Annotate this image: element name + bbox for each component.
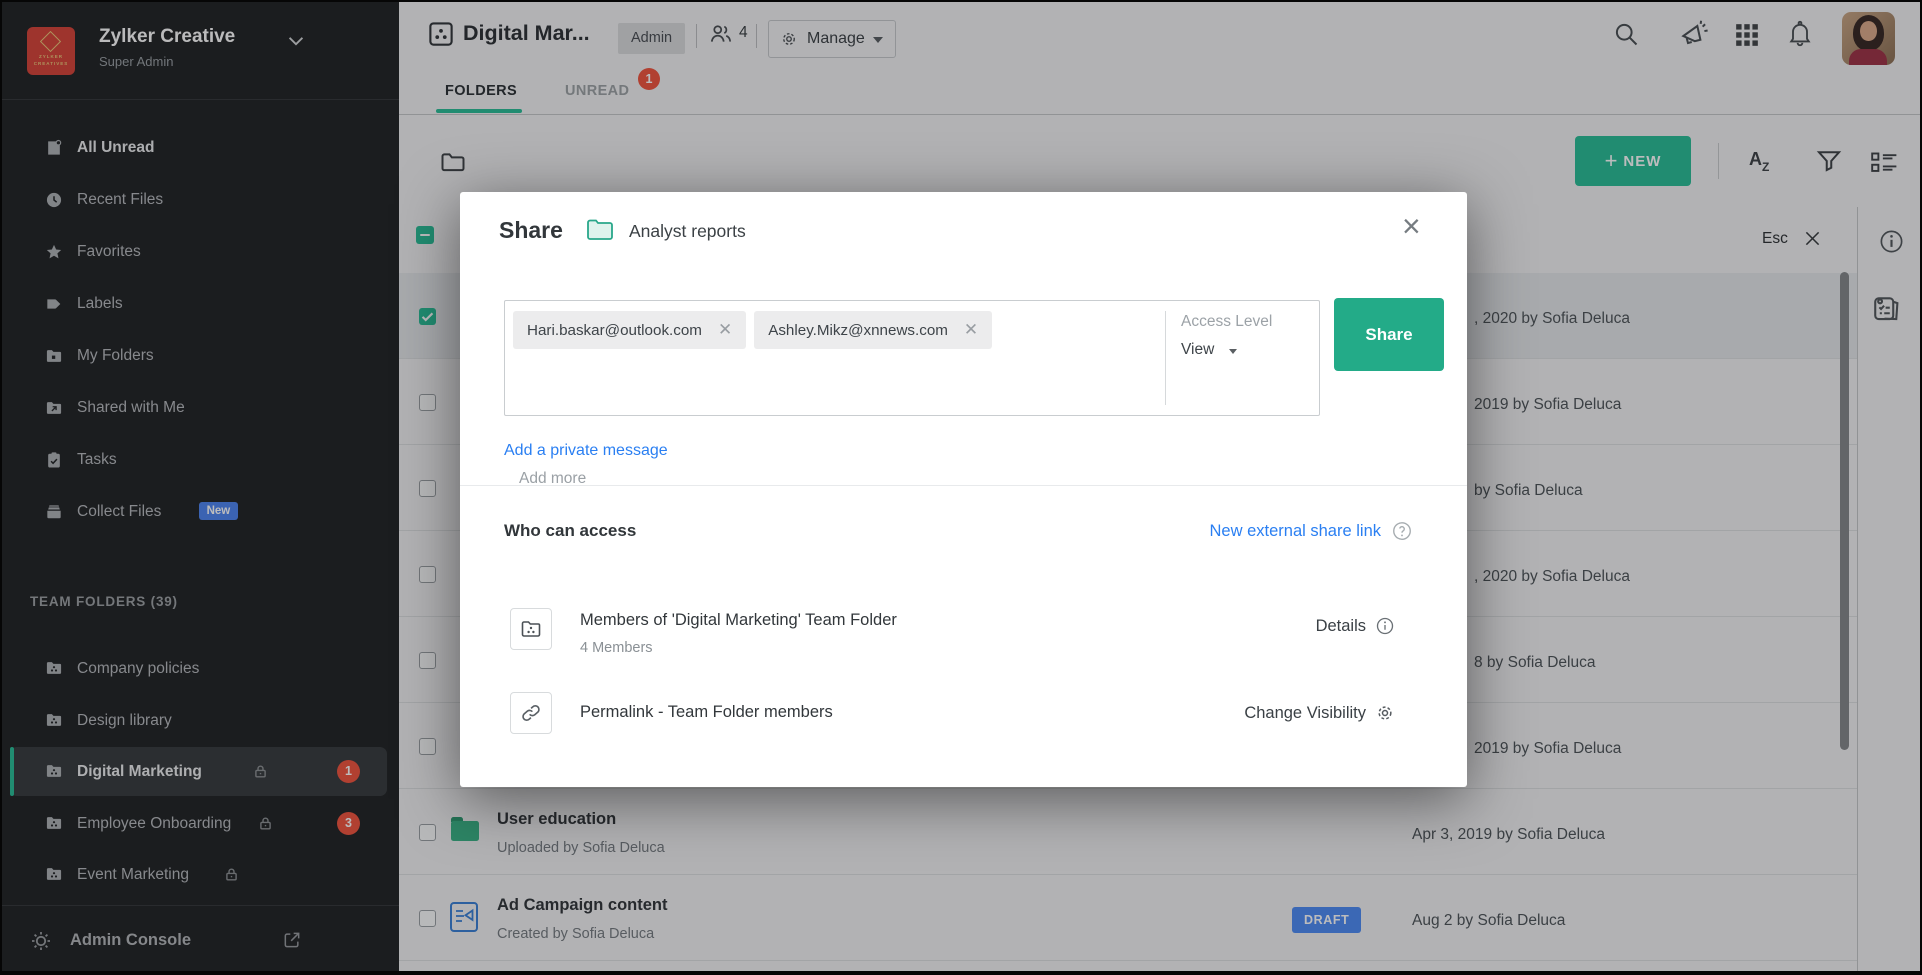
shared-folder-name: Analyst reports — [629, 221, 746, 242]
access-level-label: Access Level — [1181, 313, 1272, 331]
esc-label: Esc — [1762, 230, 1788, 248]
permalink-row-title: Permalink - Team Folder members — [580, 703, 833, 722]
add-private-message-link[interactable]: Add a private message — [504, 442, 668, 460]
access-level-value: View — [1181, 341, 1214, 358]
folder-icon — [586, 218, 614, 242]
access-level-select[interactable]: View — [1181, 341, 1237, 359]
app-window: ZYLKER CREATIVES Zylker Creative Super A… — [0, 0, 1922, 975]
change-visibility-action[interactable]: Change Visibility — [1244, 703, 1395, 723]
remove-recipient-icon[interactable]: ✕ — [964, 320, 978, 340]
details-label: Details — [1316, 617, 1366, 636]
details-action[interactable]: Details — [1316, 616, 1395, 636]
gear-icon — [1375, 703, 1395, 723]
external-share-link-row: New external share link — [1210, 520, 1414, 542]
info-icon — [1375, 616, 1395, 636]
recipient-chips: Hari.baskar@outlook.com ✕ Ashley.Mikz@xn… — [513, 311, 992, 349]
new-external-share-link[interactable]: New external share link — [1210, 522, 1382, 541]
recipient-email: Ashley.Mikz@xnnews.com — [768, 322, 948, 339]
dialog-close-icon[interactable]: × — [1402, 208, 1421, 244]
members-row-subtitle: 4 Members — [580, 640, 653, 656]
help-icon[interactable] — [1391, 520, 1413, 542]
recipient-chip: Hari.baskar@outlook.com ✕ — [513, 311, 746, 349]
add-more-input[interactable] — [517, 469, 821, 489]
share-dialog: Share Analyst reports × Hari.baskar@outl… — [460, 192, 1467, 787]
recipients-input-box[interactable]: Hari.baskar@outlook.com ✕ Ashley.Mikz@xn… — [504, 300, 1320, 416]
close-icon[interactable] — [1802, 228, 1823, 249]
who-can-access-heading: Who can access — [504, 521, 636, 541]
access-divider — [1165, 311, 1166, 405]
remove-recipient-icon[interactable]: ✕ — [718, 320, 732, 340]
esc-hint: Esc — [1762, 228, 1823, 249]
share-button[interactable]: Share — [1334, 298, 1444, 371]
members-row-title: Members of 'Digital Marketing' Team Fold… — [580, 611, 897, 630]
recipient-email: Hari.baskar@outlook.com — [527, 322, 702, 339]
change-visibility-label: Change Visibility — [1244, 704, 1366, 723]
team-folder-members-icon — [510, 608, 552, 650]
dialog-divider — [460, 485, 1467, 486]
permalink-icon — [510, 692, 552, 734]
dialog-title: Share — [499, 217, 563, 244]
recipient-chip: Ashley.Mikz@xnnews.com ✕ — [754, 311, 992, 349]
caret-down-icon — [1229, 349, 1237, 354]
